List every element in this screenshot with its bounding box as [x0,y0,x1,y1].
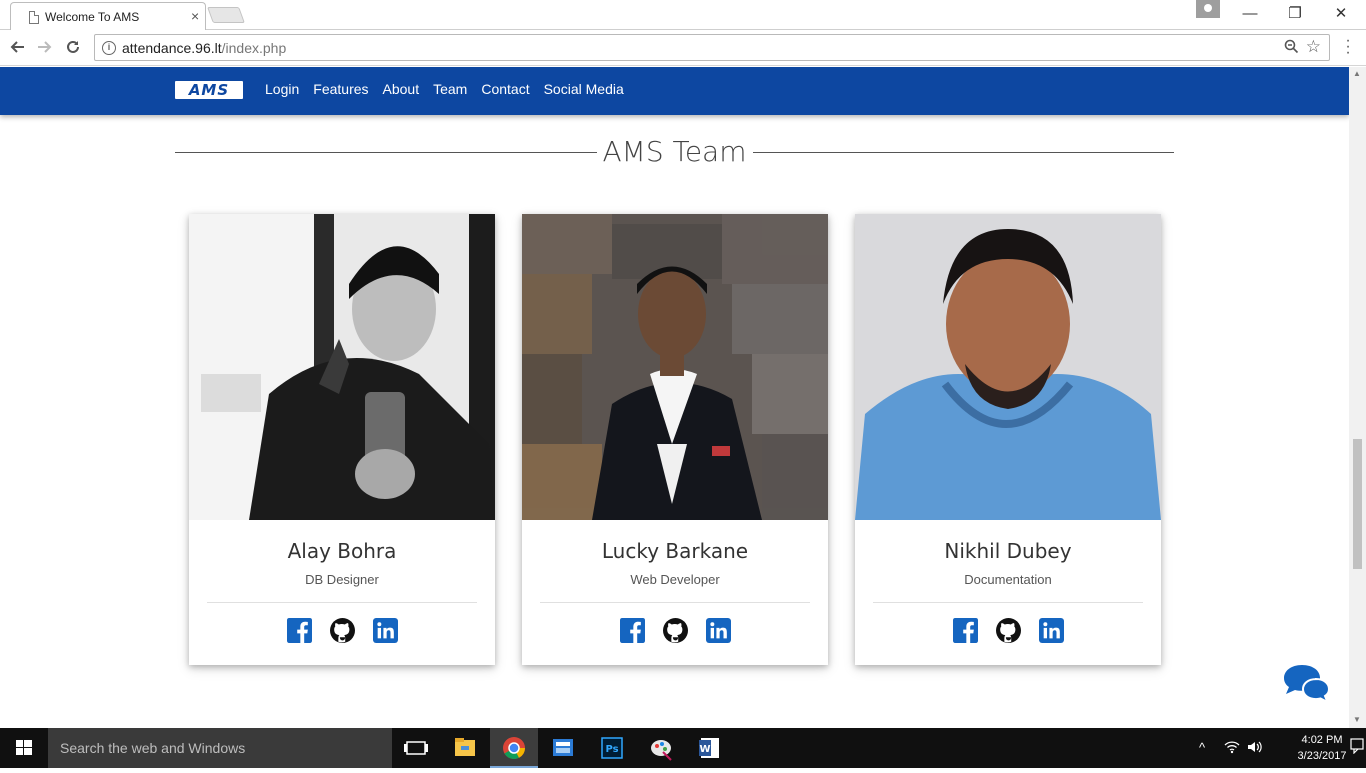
scroll-down-arrow-icon[interactable]: ▼ [1353,715,1361,724]
back-button[interactable] [6,36,28,58]
info-icon[interactable]: i [102,41,116,55]
page-icon [29,11,39,24]
windows-logo-icon [16,740,32,755]
taskbar-clock[interactable]: 4:02 PM 3/23/2017 [1296,732,1348,764]
team-section-header: AMS Team [175,135,1174,171]
linkedin-icon[interactable] [705,618,731,643]
card-divider [207,602,477,603]
member-photo [855,214,1161,520]
member-role: DB Designer [305,572,379,587]
facebook-icon[interactable] [952,618,978,643]
folder-icon [455,738,475,756]
word-button[interactable]: W [686,728,734,768]
scroll-thumb[interactable] [1353,439,1362,569]
social-links [522,618,828,643]
card-divider [540,602,810,603]
team-card: Lucky Barkane Web Developer [522,214,828,665]
minimize-button[interactable]: — [1227,2,1273,26]
browser-tab[interactable]: Welcome To AMS × [10,2,206,30]
volume-icon[interactable] [1247,740,1263,757]
chat-bubbles-icon[interactable] [1282,663,1330,703]
task-view-button[interactable] [392,728,440,768]
window-close-button[interactable]: ✕ [1318,2,1364,26]
github-icon[interactable] [329,618,355,643]
paint-icon [651,740,672,761]
github-icon[interactable] [995,618,1021,643]
page-content: AMS Login Features About Team Contact So… [0,67,1349,728]
profile-icon[interactable] [1196,0,1220,18]
member-role: Web Developer [630,572,720,587]
nav-link-social-media[interactable]: Social Media [544,81,624,97]
app-window-icon [553,739,573,756]
facebook-icon[interactable] [619,618,645,643]
task-view-icon [404,741,428,755]
clock-date: 3/23/2017 [1297,750,1347,762]
member-photo [189,214,495,520]
start-button[interactable] [0,728,48,768]
tab-title: Welcome To AMS [45,10,140,24]
nav-link-features[interactable]: Features [313,81,368,97]
taskbar-search-box[interactable]: Search the web and Windows [48,728,392,768]
svg-text:W: W [699,744,710,755]
browser-menu-icon[interactable]: · · · [1343,33,1353,61]
wifi-icon[interactable] [1224,740,1240,757]
linkedin-icon[interactable] [1038,618,1064,643]
chrome-button[interactable] [490,728,538,768]
chrome-icon [503,737,525,759]
facebook-icon[interactable] [286,618,312,643]
taskbar-search-placeholder: Search the web and Windows [60,740,246,756]
url-text: attendance.96.lt/index.php [122,40,287,56]
file-explorer-button[interactable] [441,728,489,768]
member-name: Nikhil Dubey [944,539,1072,563]
team-card: Alay Bohra DB Designer [189,214,495,665]
forward-arrow-icon [38,41,52,53]
new-tab-button[interactable] [207,7,245,23]
forward-button[interactable] [34,36,56,58]
reload-icon [67,40,79,53]
member-photo [522,214,828,520]
github-icon[interactable] [662,618,688,643]
ams-logo[interactable]: AMS [175,81,243,99]
member-name: Alay Bohra [287,539,397,563]
windows-taskbar: Search the web and Windows Ps W ^ 4:02 P… [0,728,1366,768]
nav-link-about[interactable]: About [383,81,420,97]
social-links [855,618,1161,643]
photoshop-icon: Ps [601,737,623,759]
page-scrollbar[interactable]: ▲ ▼ [1349,67,1366,728]
nav-link-contact[interactable]: Contact [481,81,529,97]
card-divider [873,602,1143,603]
reload-button[interactable] [62,36,84,58]
action-center-icon[interactable] [1350,738,1364,757]
bookmark-star-icon[interactable]: ☆ [1306,37,1321,57]
social-links [189,618,495,643]
site-navbar: AMS Login Features About Team Contact So… [0,67,1349,115]
zoom-icon[interactable] [1284,39,1299,57]
nav-links: Login Features About Team Contact Social… [265,81,624,97]
address-bar[interactable]: i attendance.96.lt/index.php ☆ [94,34,1330,61]
tab-close-button[interactable]: × [191,8,199,24]
nav-link-team[interactable]: Team [433,81,467,97]
team-card: Nikhil Dubey Documentation [855,214,1161,665]
photoshop-button[interactable]: Ps [588,728,636,768]
app-button-calculator[interactable] [539,728,587,768]
browser-toolbar: i attendance.96.lt/index.php ☆ · · · [0,30,1366,66]
restore-button[interactable]: ❐ [1272,2,1318,26]
back-arrow-icon [10,41,24,53]
paint-button[interactable] [637,728,685,768]
linkedin-icon[interactable] [372,618,398,643]
clock-time: 4:02 PM [1301,734,1343,746]
scroll-up-arrow-icon[interactable]: ▲ [1353,69,1361,78]
member-role: Documentation [964,572,1052,587]
word-icon: W [699,738,719,758]
member-name: Lucky Barkane [601,539,749,563]
show-hidden-icons-icon[interactable]: ^ [1199,740,1205,755]
nav-link-login[interactable]: Login [265,81,299,97]
svg-text:Ps: Ps [605,744,618,755]
section-title: AMS Team [175,135,1174,168]
browser-tabstrip: Welcome To AMS × — ❐ ✕ [0,0,1366,30]
